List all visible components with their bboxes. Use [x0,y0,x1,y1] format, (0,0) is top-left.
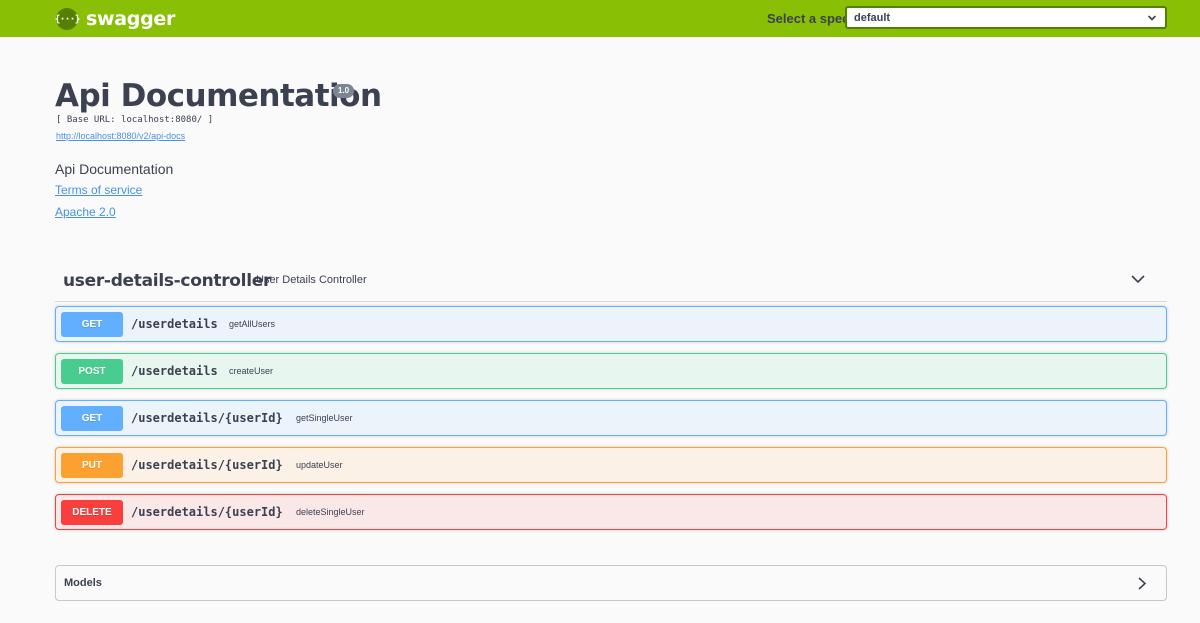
operation-path: /userdetails [131,317,218,331]
method-badge: DELETE [61,500,123,525]
method-badge: PUT [61,453,123,478]
operation-post-userdetails[interactable]: POST /userdetails createUser [55,353,1167,389]
operation-summary: updateUser [296,460,343,470]
operation-get-userdetails[interactable]: GET /userdetails getAllUsers [55,306,1167,342]
tag-name: user-details-controller [63,271,272,291]
brand-name: swagger [86,8,176,30]
chevron-down-icon [1147,14,1157,21]
tag-description: User Details Controller [256,274,367,286]
operation-path: /userdetails/{userId} [131,505,283,519]
method-badge: POST [61,359,123,384]
license-link[interactable]: Apache 2.0 [55,205,116,219]
chevron-down-icon[interactable] [1130,273,1146,285]
spec-select-value: default [854,11,891,24]
terms-of-service-link[interactable]: Terms of service [55,183,142,197]
operation-put-userdetails-userid[interactable]: PUT /userdetails/{userId} updateUser [55,447,1167,483]
operation-summary: getSingleUser [296,413,353,423]
base-url: [ Base URL: localhost:8080/ ] [56,115,214,125]
method-badge: GET [61,406,123,431]
version-badge: 1.0 [333,84,355,98]
operation-get-userdetails-userid[interactable]: GET /userdetails/{userId} getSingleUser [55,400,1167,436]
api-description: Api Documentation [55,161,174,177]
operation-summary: deleteSingleUser [296,507,365,517]
spec-select-label: Select a spec [767,11,850,26]
operation-delete-userdetails-userid[interactable]: DELETE /userdetails/{userId} deleteSingl… [55,494,1167,530]
models-title: Models [64,577,102,589]
page-title: Api Documentation [55,78,382,114]
operation-summary: getAllUsers [229,319,276,329]
method-badge: GET [61,312,123,337]
operation-path: /userdetails/{userId} [131,458,283,472]
spec-select[interactable]: default [845,6,1167,29]
operation-path: /userdetails [131,364,218,378]
swagger-logo-icon: {···} [54,8,81,30]
chevron-right-icon[interactable] [1137,576,1147,591]
operation-summary: createUser [229,366,274,376]
models-section[interactable]: Models [55,565,1167,601]
topbar: {···} swagger Select a spec default [0,0,1200,37]
tag-section-header[interactable]: user-details-controller User Details Con… [55,262,1167,302]
brand-link[interactable]: {···} swagger [54,7,176,31]
operation-path: /userdetails/{userId} [131,411,283,425]
api-docs-link[interactable]: http://localhost:8080/v2/api-docs [56,131,185,141]
